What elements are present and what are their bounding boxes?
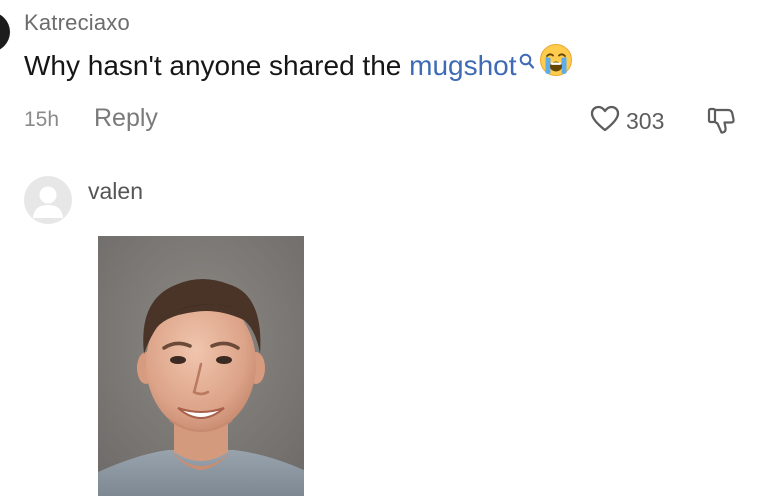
crying-face-emoji-icon bbox=[539, 43, 573, 84]
like-count: 303 bbox=[626, 107, 665, 134]
commenter-avatar[interactable] bbox=[0, 12, 10, 52]
reply-button[interactable]: Reply bbox=[94, 104, 158, 133]
search-icon[interactable] bbox=[519, 46, 535, 78]
comment-text: Why hasn't anyone shared the bbox=[24, 50, 410, 81]
search-link[interactable]: mugshot bbox=[409, 50, 516, 81]
comment-meta: 15h Reply 303 bbox=[24, 104, 744, 138]
reply-avatar[interactable] bbox=[24, 176, 72, 224]
thumbs-down-icon[interactable] bbox=[706, 107, 736, 140]
comment-thread: Katreciaxo Why hasn't anyone shared the … bbox=[0, 0, 759, 500]
comment-timestamp: 15h bbox=[24, 108, 60, 131]
dislike-button[interactable] bbox=[706, 106, 736, 141]
default-avatar-icon bbox=[33, 186, 63, 218]
comment-username[interactable]: Katreciaxo bbox=[24, 10, 130, 36]
comment-body: Why hasn't anyone shared the mugshot bbox=[24, 44, 573, 84]
reply-photo[interactable] bbox=[98, 236, 304, 496]
reply-username[interactable]: valen bbox=[88, 178, 143, 205]
heart-icon[interactable] bbox=[590, 105, 620, 138]
like-button[interactable]: 303 bbox=[590, 104, 664, 138]
mugshot-photo bbox=[98, 236, 304, 496]
